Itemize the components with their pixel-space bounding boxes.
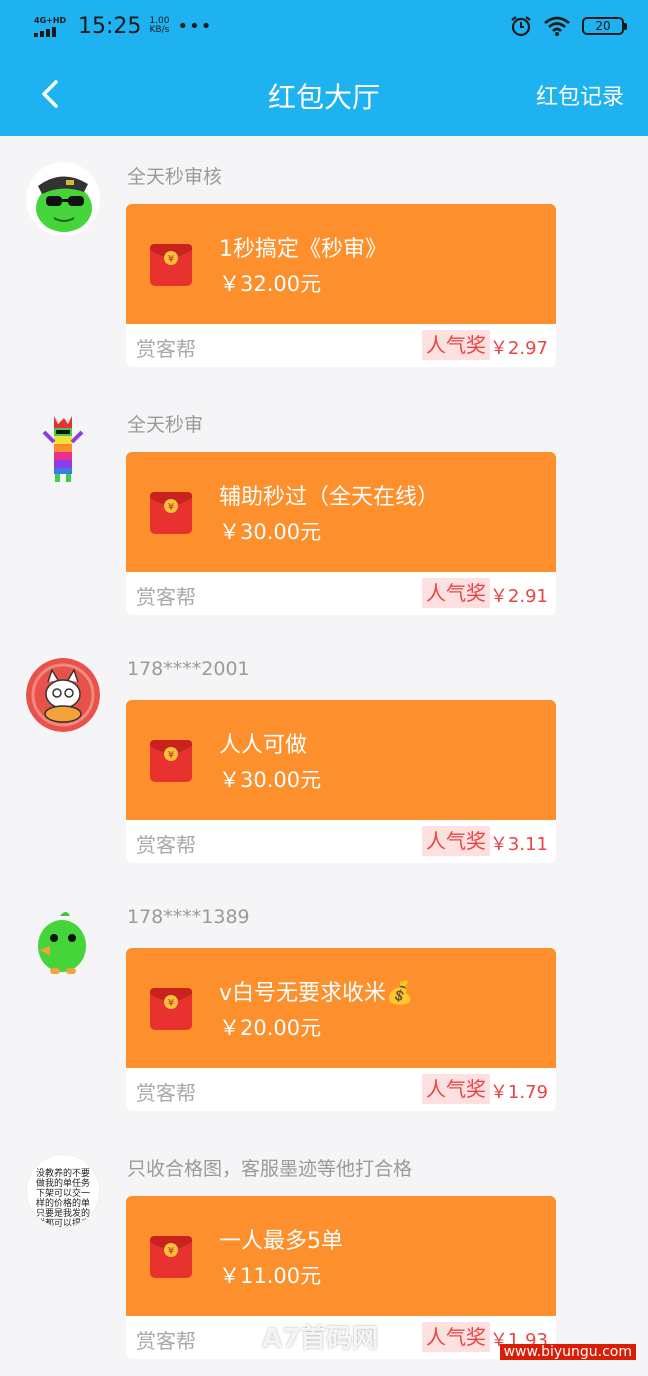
- card-body: ¥ 一人最多5单 ￥11.00元: [126, 1196, 556, 1316]
- watermark-text: A7首码网: [262, 1324, 379, 1354]
- card-body: ¥ 辅助秒过（全天在线） ￥30.00元: [126, 452, 556, 572]
- card-source: 赏客帮: [136, 1329, 196, 1353]
- avatar[interactable]: [26, 658, 100, 732]
- sender-name: 178****2001: [127, 658, 250, 680]
- sender-name: 全天秒审: [127, 414, 204, 436]
- list-item: 178****2001 ¥ 人人可做 ￥30.00元 赏客帮 人气奖 ￥3.11: [0, 632, 648, 880]
- card-title: 辅助秒过（全天在线）: [219, 485, 440, 510]
- battery-icon: 20: [582, 17, 627, 35]
- card-source: 赏客帮: [136, 585, 196, 609]
- svg-text:¥: ¥: [168, 254, 174, 265]
- sender-name: 只收合格图，客服墨迹等他打合格: [127, 1158, 413, 1180]
- red-envelope-icon: ¥: [150, 740, 192, 782]
- bonus-amount: ￥2.97: [489, 338, 548, 359]
- avatar-cat-image: [26, 658, 100, 732]
- sender-name: 178****1389: [127, 906, 250, 928]
- red-packet-record-link[interactable]: 红包记录: [536, 79, 624, 111]
- red-packet-card[interactable]: ¥ 人人可做 ￥30.00元 赏客帮 人气奖 ￥3.11: [126, 700, 556, 863]
- card-amount: ￥20.00元: [219, 1016, 322, 1040]
- svg-text:¥: ¥: [168, 502, 174, 513]
- avatar[interactable]: [26, 410, 100, 484]
- avatar-text: 没教养的不要做我的单任务下架可以交一样的价格的单只要是我发的群都可以提交: [35, 1169, 90, 1228]
- avatar[interactable]: [26, 906, 100, 980]
- red-envelope-icon: ¥: [150, 492, 192, 534]
- card-title: 人人可做: [219, 733, 308, 758]
- svg-text:¥: ¥: [168, 998, 174, 1009]
- avatar[interactable]: 没教养的不要做我的单任务下架可以交一样的价格的单只要是我发的群都可以提交: [26, 1154, 100, 1228]
- avatar-rainbow-figure-image: [26, 410, 100, 484]
- signal-icon: 4G+HD: [34, 16, 72, 37]
- status-bar: 4G+HD 15:25 1.00 KB/s ••• 20: [0, 0, 648, 52]
- red-packet-card[interactable]: ¥ v白号无要求收米💰 ￥20.00元 赏客帮 人气奖 ￥1.79: [126, 948, 556, 1111]
- card-source: 赏客帮: [136, 833, 196, 857]
- svg-text:¥: ¥: [168, 750, 174, 761]
- popularity-badge: 人气奖: [422, 330, 490, 360]
- speed-unit: KB/s: [149, 25, 170, 35]
- card-body: ¥ 人人可做 ￥30.00元: [126, 700, 556, 820]
- svg-text:¥: ¥: [168, 1246, 174, 1257]
- popularity-badge: 人气奖: [422, 826, 490, 856]
- network-speed: 1.00 KB/s: [149, 17, 169, 35]
- list-item: 全天秒审 ¥ 辅助秒过（全天在线） ￥30.00元 赏客帮 人气奖 ￥2.91: [0, 384, 648, 632]
- list-item: 全天秒审核 ¥ 1秒搞定《秒审》 ￥32.00元 赏客帮 人气奖 ￥2.97: [0, 136, 648, 384]
- avatar[interactable]: [26, 162, 100, 236]
- card-footer: 赏客帮 人气奖 ￥3.11: [126, 820, 556, 863]
- card-source: 赏客帮: [136, 337, 196, 361]
- red-envelope-icon: ¥: [150, 988, 192, 1030]
- sender-name: 全天秒审核: [127, 166, 223, 188]
- clock: 15:25: [78, 13, 142, 39]
- card-title: 一人最多5单: [219, 1229, 343, 1254]
- red-packet-card[interactable]: ¥ 1秒搞定《秒审》 ￥32.00元 赏客帮 人气奖 ￥2.97: [126, 204, 556, 367]
- card-title: 1秒搞定《秒审》: [219, 237, 387, 262]
- bonus-amount: ￥1.79: [489, 1082, 548, 1103]
- bonus-amount: ￥2.91: [489, 586, 548, 607]
- card-footer: 赏客帮 人气奖 ￥2.91: [126, 572, 556, 615]
- watermark-url: www.biyungu.com: [499, 1344, 636, 1360]
- popularity-badge: 人气奖: [422, 1074, 490, 1104]
- card-footer: 赏客帮 人气奖 ￥2.97: [126, 324, 556, 367]
- card-amount: ￥11.00元: [219, 1264, 322, 1288]
- card-body: ¥ v白号无要求收米💰 ￥20.00元: [126, 948, 556, 1068]
- more-notifications-icon: •••: [177, 15, 213, 37]
- popularity-badge: 人气奖: [422, 578, 490, 608]
- alarm-icon: [511, 16, 531, 37]
- card-amount: ￥30.00元: [219, 768, 322, 792]
- red-envelope-icon: ¥: [150, 244, 192, 286]
- bonus-amount: ￥3.11: [489, 834, 548, 855]
- avatar-frog-cap-image: [26, 162, 100, 236]
- header: 红包大厅 红包记录: [0, 52, 648, 136]
- card-footer: 赏客帮 人气奖 ￥1.79: [126, 1068, 556, 1111]
- card-amount: ￥32.00元: [219, 272, 322, 296]
- card-amount: ￥30.00元: [219, 520, 322, 544]
- popularity-badge: 人气奖: [422, 1322, 490, 1352]
- network-type: 4G+HD: [34, 15, 67, 25]
- card-title: v白号无要求收米💰: [219, 981, 414, 1006]
- card-body: ¥ 1秒搞定《秒审》 ￥32.00元: [126, 204, 556, 324]
- list-item: 178****1389 ¥ v白号无要求收米💰 ￥20.00元 赏客帮 人气奖 …: [0, 880, 648, 1128]
- red-packet-card[interactable]: ¥ 辅助秒过（全天在线） ￥30.00元 赏客帮 人气奖 ￥2.91: [126, 452, 556, 615]
- wifi-icon: [544, 16, 570, 36]
- avatar-green-bird-image: [26, 906, 100, 980]
- red-envelope-icon: ¥: [150, 1236, 192, 1278]
- card-source: 赏客帮: [136, 1081, 196, 1105]
